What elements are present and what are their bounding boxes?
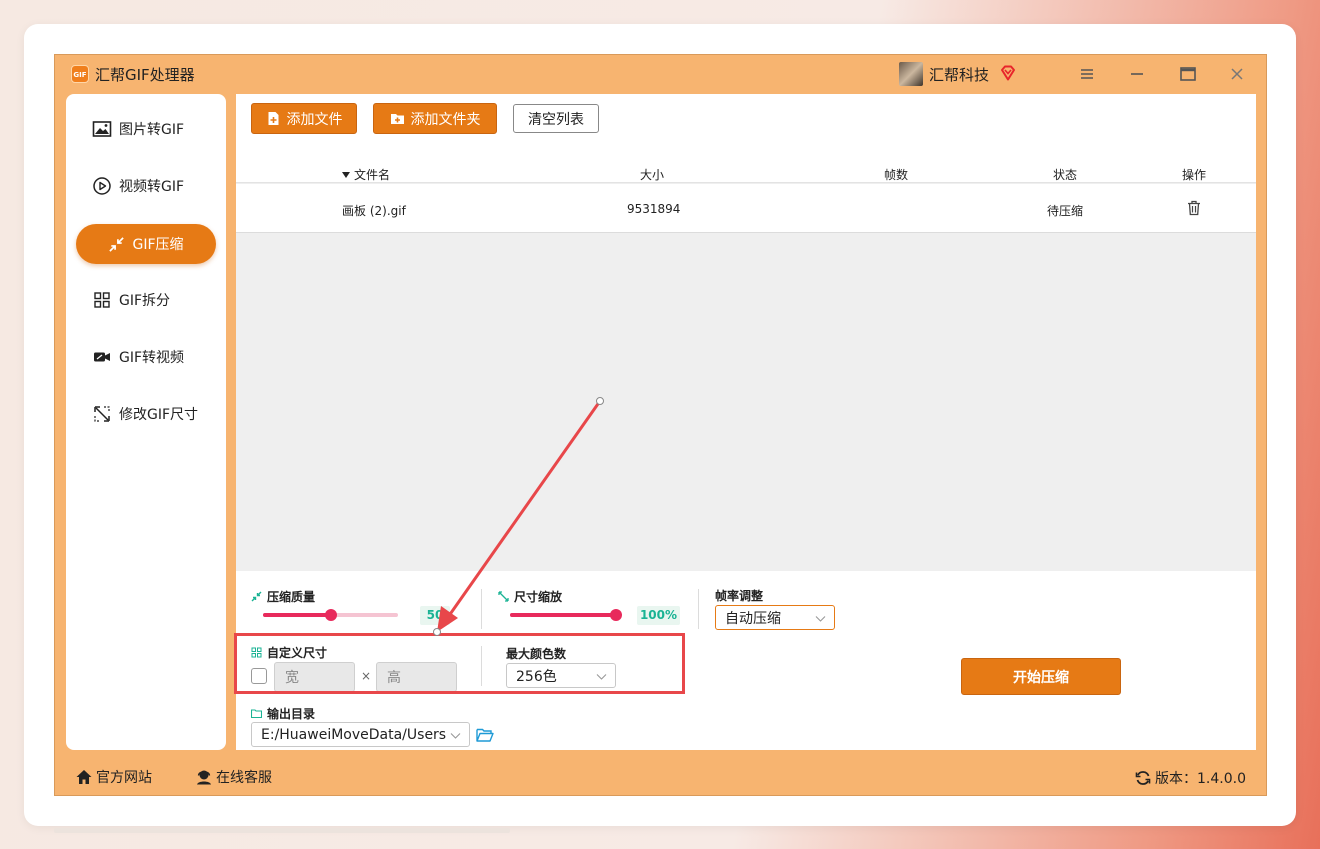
app-title: 汇帮GIF处理器 — [95, 66, 195, 84]
framerate-section-label: 帧率调整 — [715, 589, 764, 603]
output-path-select[interactable]: E:/HuaweiMoveData/Users — [251, 722, 470, 747]
row-status: 待压缩 — [1047, 204, 1084, 218]
custom-size-checkbox[interactable] — [251, 668, 267, 684]
app-logo-icon: GIF — [71, 65, 89, 83]
framerate-select[interactable]: 自动压缩 — [715, 605, 835, 630]
sidebar-item-label: GIF压缩 — [132, 237, 184, 253]
sidebar-item-gif-split[interactable]: GIF拆分 — [76, 280, 216, 320]
sidebar-item-label: GIF拆分 — [119, 293, 171, 309]
online-service-link[interactable]: 在线客服 — [195, 767, 272, 787]
scale-section-label: 尺寸缩放 — [498, 588, 562, 605]
refresh-icon[interactable] — [1135, 770, 1151, 786]
quality-slider-knob[interactable] — [324, 609, 337, 621]
start-compress-button[interactable]: 开始压缩 — [961, 658, 1121, 695]
times-sign: × — [361, 669, 372, 683]
add-folder-button[interactable]: 添加文件夹 — [373, 103, 497, 134]
divider — [698, 589, 699, 629]
sidebar-item-image-to-gif[interactable]: 图片转GIF — [76, 109, 216, 149]
delete-icon[interactable] — [1187, 200, 1201, 216]
app-window: GIF 汇帮GIF处理器 汇帮科技 图片转GIF 视频转GIF GIF压缩 GI… — [54, 54, 1267, 796]
open-folder-icon[interactable] — [476, 727, 494, 743]
version-info: 版本：1.4.0.0 — [1135, 768, 1246, 788]
video-icon — [94, 352, 110, 362]
chevron-down-icon — [450, 733, 461, 739]
add-file-label: 添加文件 — [286, 111, 343, 128]
home-icon — [76, 770, 92, 784]
column-status: 状态 — [1053, 168, 1078, 182]
compress-small-icon — [251, 591, 262, 602]
vip-diamond-icon[interactable] — [999, 64, 1017, 82]
scale-slider-fill — [510, 613, 616, 617]
avatar[interactable] — [899, 62, 923, 86]
sidebar-item-label: 视频转GIF — [119, 179, 185, 195]
table-row[interactable]: 画板 (2).gif 9531894 待压缩 — [236, 184, 1256, 233]
resize-icon — [94, 406, 110, 422]
chevron-down-icon — [596, 674, 607, 680]
quality-slider-fill — [263, 613, 331, 617]
output-section-label: 输出目录 — [251, 705, 315, 722]
toolbar: 添加文件 添加文件夹 清空列表 — [236, 94, 1256, 144]
add-folder-label: 添加文件夹 — [410, 111, 481, 128]
sidebar: 图片转GIF 视频转GIF GIF压缩 GIF拆分 GIF转视频 修改GIF尺寸 — [66, 94, 226, 750]
divider — [481, 589, 482, 629]
maximize-icon[interactable] — [1179, 65, 1197, 83]
add-file-icon — [268, 112, 278, 125]
scale-value: 100% — [637, 606, 680, 625]
quality-value: 50 — [420, 606, 450, 625]
quality-section-label: 压缩质量 — [251, 588, 315, 605]
settings-panel: 压缩质量 50 尺寸缩放 100% 帧率调整 自动压缩 自定义尺寸 宽 × 高 … — [236, 571, 1256, 750]
grid-icon — [251, 647, 262, 658]
sort-down-icon — [342, 171, 350, 178]
width-input[interactable]: 宽 — [274, 662, 355, 692]
image-icon — [92, 121, 112, 137]
max-colors-select[interactable]: 256色 — [506, 663, 616, 688]
height-input[interactable]: 高 — [376, 662, 457, 692]
compress-icon — [109, 236, 125, 252]
title-bar: GIF 汇帮GIF处理器 汇帮科技 — [55, 55, 1266, 93]
main-panel: 添加文件 添加文件夹 清空列表 文件名 大小 帧数 状态 操作 画板 (2).g… — [236, 94, 1256, 750]
add-folder-icon — [390, 114, 404, 124]
sidebar-item-label: 修改GIF尺寸 — [119, 407, 199, 423]
row-size: 9531894 — [627, 202, 681, 216]
close-icon[interactable] — [1229, 66, 1245, 82]
folder-small-icon — [251, 709, 262, 719]
column-action: 操作 — [1182, 168, 1207, 182]
custom-size-section-label: 自定义尺寸 — [251, 644, 327, 661]
split-icon — [94, 292, 110, 308]
company-name[interactable]: 汇帮科技 — [929, 64, 989, 85]
divider — [481, 646, 482, 686]
sidebar-item-gif-compress[interactable]: GIF压缩 — [76, 224, 216, 264]
support-icon — [197, 770, 211, 785]
play-circle-icon — [93, 177, 111, 195]
sidebar-item-label: GIF转视频 — [119, 350, 185, 366]
column-frames: 帧数 — [884, 168, 909, 182]
column-size: 大小 — [640, 168, 665, 182]
column-filename[interactable]: 文件名 — [342, 166, 390, 183]
row-filename: 画板 (2).gif — [342, 204, 406, 218]
sidebar-item-gif-to-video[interactable]: GIF转视频 — [76, 337, 216, 377]
sidebar-item-video-to-gif[interactable]: 视频转GIF — [76, 166, 216, 206]
menu-icon[interactable] — [1079, 66, 1095, 82]
official-website-link[interactable]: 官方网站 — [75, 767, 152, 787]
max-colors-section-label: 最大颜色数 — [506, 647, 567, 661]
add-file-button[interactable]: 添加文件 — [251, 103, 357, 134]
minimize-icon[interactable] — [1129, 66, 1145, 82]
scale-icon — [498, 591, 509, 602]
chevron-down-icon — [815, 616, 826, 622]
background-bar — [54, 828, 510, 833]
sidebar-item-resize-gif[interactable]: 修改GIF尺寸 — [76, 394, 216, 434]
file-table-header: 文件名 大小 帧数 状态 操作 — [236, 144, 1256, 183]
scale-slider-knob[interactable] — [610, 609, 622, 621]
clear-list-button[interactable]: 清空列表 — [513, 104, 599, 133]
sidebar-item-label: 图片转GIF — [119, 122, 185, 138]
